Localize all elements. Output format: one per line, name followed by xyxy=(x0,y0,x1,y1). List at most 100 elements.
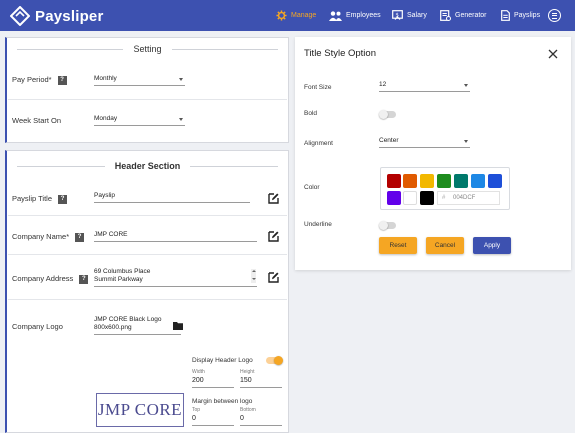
nav-manage[interactable]: Manage xyxy=(276,0,316,31)
color-swatch[interactable] xyxy=(471,174,485,188)
header-section-title: Header Section xyxy=(114,161,181,171)
color-swatch[interactable] xyxy=(454,174,468,188)
folder-icon[interactable] xyxy=(173,321,183,330)
chevron-down-icon xyxy=(464,140,468,143)
help-icon[interactable]: ? xyxy=(57,75,67,85)
color-swatch[interactable] xyxy=(420,191,434,205)
top-label: Top xyxy=(192,407,201,413)
chevron-down-icon xyxy=(464,84,468,87)
brand-logo[interactable]: Paysliper xyxy=(10,6,104,26)
edit-icon[interactable] xyxy=(268,231,279,242)
company-name-value: JMP CORE xyxy=(94,231,128,238)
hamburger-menu-icon[interactable] xyxy=(548,9,561,22)
width-label: Width xyxy=(192,369,205,375)
week-start-select[interactable]: Monday xyxy=(94,114,185,126)
font-size-select[interactable]: 12 xyxy=(379,80,470,92)
divider xyxy=(8,215,287,216)
chevron-down-icon xyxy=(179,118,183,121)
hex-prefix: # xyxy=(442,195,446,201)
edit-icon[interactable] xyxy=(268,193,279,204)
salary-icon: $ xyxy=(392,10,403,21)
company-logo-label: Company Logo xyxy=(12,322,63,331)
help-icon[interactable]: ? xyxy=(58,194,68,204)
logo-file-line-2: 800x600.png xyxy=(94,324,132,331)
toggle-knob xyxy=(379,109,388,119)
people-icon xyxy=(329,10,342,21)
color-swatch[interactable] xyxy=(420,174,434,188)
height-label: Height xyxy=(240,369,255,375)
nav-salary[interactable]: $ Salary xyxy=(392,0,427,31)
cancel-button[interactable]: Cancel xyxy=(426,237,464,254)
toggle-knob xyxy=(379,220,388,230)
document-icon xyxy=(501,10,510,21)
paysliper-logo-icon xyxy=(10,6,30,26)
color-swatch[interactable] xyxy=(403,191,417,205)
logo-file-line-1: JMP CORE Black Logo xyxy=(94,316,162,323)
address-line-1: 69 Columbus Place xyxy=(94,268,151,275)
company-address-label: Company Address? xyxy=(12,274,89,284)
logo-height-input[interactable]: 150 xyxy=(240,377,282,388)
bold-toggle[interactable] xyxy=(379,109,396,119)
payslip-title-label: Payslip Title? xyxy=(12,194,68,204)
brand-name: Paysliper xyxy=(35,7,104,25)
nav-generator-label: Generator xyxy=(455,12,487,19)
title-style-heading: Title Style Option xyxy=(304,48,376,59)
reset-button[interactable]: Reset xyxy=(379,237,417,254)
payslip-title-input[interactable]: Payslip xyxy=(94,191,250,203)
margin-bottom-input[interactable]: 0 xyxy=(240,415,282,426)
display-header-logo-toggle[interactable] xyxy=(266,355,283,365)
svg-text:$: $ xyxy=(395,13,399,19)
gear-icon xyxy=(276,10,287,21)
bottom-label: Bottom xyxy=(240,407,256,413)
font-size-value: 12 xyxy=(379,81,387,88)
company-logo-preview: JMP CORE xyxy=(96,393,184,427)
color-label: Color xyxy=(304,184,320,191)
company-name-input[interactable]: JMP CORE xyxy=(94,230,257,242)
alignment-select[interactable]: Center xyxy=(379,136,470,148)
textarea-scroll-arrows[interactable] xyxy=(251,269,256,283)
display-header-logo-label: Display Header Logo xyxy=(192,357,253,364)
underline-label: Underline xyxy=(304,221,332,228)
pay-period-value: Monthly xyxy=(94,75,117,82)
help-icon[interactable]: ? xyxy=(75,232,85,242)
close-icon[interactable] xyxy=(548,49,558,59)
alignment-value: Center xyxy=(379,137,399,144)
nav-generator[interactable]: Generator xyxy=(440,0,487,31)
toggle-knob xyxy=(274,355,283,365)
pay-period-select[interactable]: Monthly xyxy=(94,74,185,86)
alignment-label: Alignment xyxy=(304,140,333,147)
hex-input[interactable]: # 004DCF xyxy=(437,191,500,205)
setting-header: Setting xyxy=(17,43,278,55)
divider xyxy=(8,99,287,100)
pay-period-label: Pay Period*? xyxy=(12,75,67,85)
chevron-down-icon xyxy=(179,78,183,81)
color-swatch[interactable] xyxy=(488,174,502,188)
help-icon[interactable]: ? xyxy=(79,274,89,284)
payslip-title-value: Payslip xyxy=(94,192,115,199)
hex-value: 004DCF xyxy=(453,195,476,201)
divider xyxy=(8,299,287,300)
margin-label: Margin between logo xyxy=(192,398,253,405)
company-address-textarea[interactable]: 69 Columbus Place Summit Parkway xyxy=(94,268,257,287)
payslip-title-label-text: Payslip Title xyxy=(12,194,53,203)
edit-icon[interactable] xyxy=(268,272,279,283)
company-name-label: Company Name*? xyxy=(12,232,85,242)
nav-manage-label: Manage xyxy=(291,12,317,19)
color-swatch[interactable] xyxy=(387,191,401,205)
logo-width-input[interactable]: 200 xyxy=(192,377,234,388)
color-swatch[interactable] xyxy=(387,174,401,188)
font-size-label: Font Size xyxy=(304,84,332,91)
week-start-value: Monday xyxy=(94,115,118,122)
week-start-label: Week Start On xyxy=(12,116,62,125)
nav-payslips[interactable]: Payslips xyxy=(501,0,540,31)
margin-top-input[interactable]: 0 xyxy=(192,415,234,426)
nav-employees[interactable]: Employees xyxy=(329,0,381,31)
company-logo-file-input[interactable]: JMP CORE Black Logo 800x600.png xyxy=(94,316,181,335)
generator-icon xyxy=(440,10,451,21)
underline-toggle[interactable] xyxy=(379,220,396,230)
color-swatch[interactable] xyxy=(403,174,417,188)
apply-button[interactable]: Apply xyxy=(473,237,511,254)
nav-payslips-label: Payslips xyxy=(514,12,541,19)
color-swatch[interactable] xyxy=(437,174,451,188)
color-picker: # 004DCF xyxy=(380,167,510,210)
